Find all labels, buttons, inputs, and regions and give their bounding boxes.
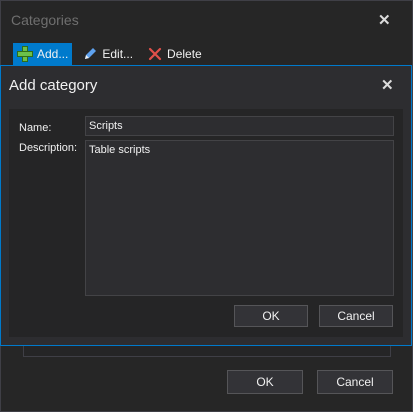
add-category-dialog-title: Add category: [9, 77, 98, 94]
description-label: Description:: [19, 142, 78, 154]
add-button[interactable]: Add...: [13, 43, 73, 65]
plus-icon: [17, 46, 33, 62]
delete-button-label: Delete: [167, 47, 202, 61]
categories-cancel-button[interactable]: Cancel: [317, 370, 393, 394]
categories-toolbar: Add... Edit... Delete: [13, 43, 212, 65]
delete-icon: [147, 46, 163, 62]
pencil-icon: [82, 46, 98, 62]
name-label: Name:: [19, 122, 52, 134]
edit-button-label: Edit...: [102, 47, 134, 61]
delete-button[interactable]: Delete: [143, 43, 206, 65]
cancel-button[interactable]: Cancel: [319, 305, 393, 327]
categories-ok-button[interactable]: OK: [227, 370, 303, 394]
name-field[interactable]: [85, 116, 394, 136]
dialog-form-panel: Name: Description: Table scripts OK Canc…: [9, 109, 403, 337]
add-category-dialog: Add category ✕ Name: Description: Table …: [0, 65, 412, 346]
add-button-label: Add...: [37, 47, 69, 61]
ok-button[interactable]: OK: [234, 305, 308, 327]
edit-button[interactable]: Edit...: [78, 43, 137, 65]
close-icon[interactable]: ✕: [378, 11, 391, 29]
description-field[interactable]: Table scripts: [85, 140, 394, 296]
close-icon[interactable]: ✕: [381, 76, 394, 94]
categories-window-title: Categories: [11, 12, 79, 28]
